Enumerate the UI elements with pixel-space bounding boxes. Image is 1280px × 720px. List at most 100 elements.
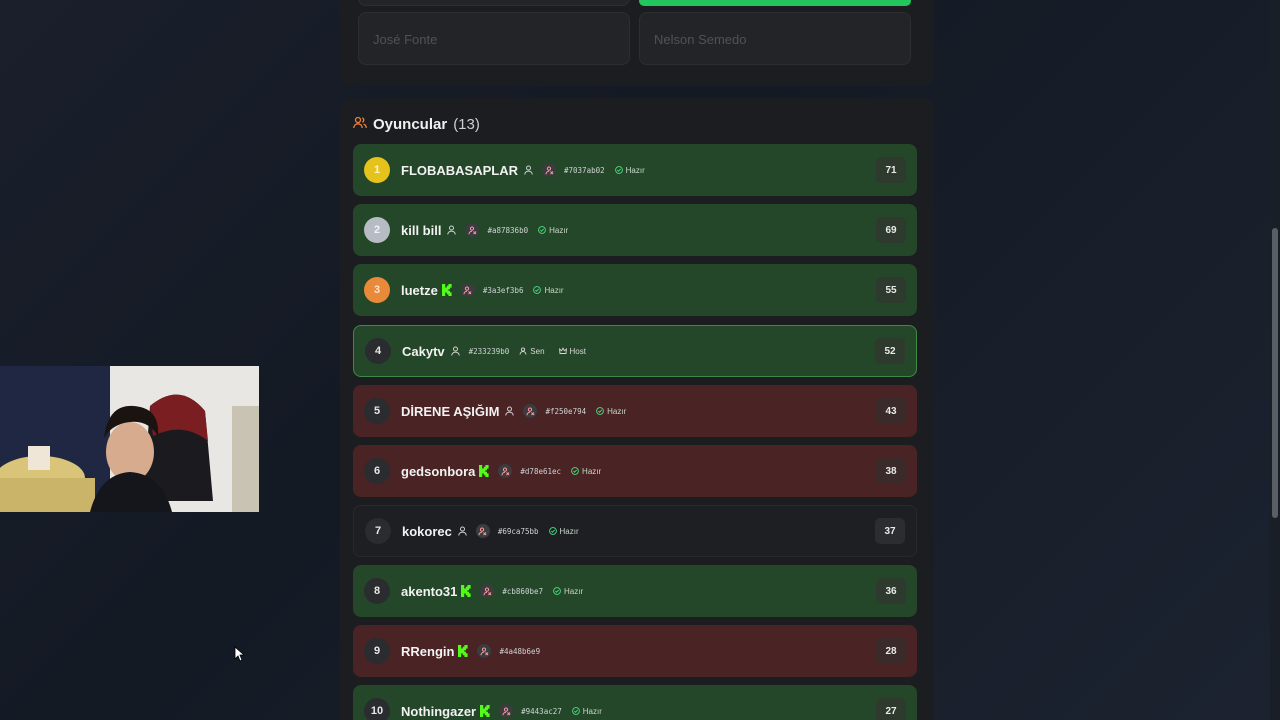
user-icon (505, 406, 515, 417)
player-rank: 9 (364, 638, 390, 664)
you-badge: Sen (519, 346, 545, 356)
player-row[interactable]: 9 RRengin #4a48b6e9 28 (353, 625, 917, 677)
player-score: 38 (876, 458, 906, 484)
player-rank: 10 (364, 698, 390, 720)
player-row[interactable]: 5 DİRENE AŞIĞIM #f250e794 Hazır 43 (353, 385, 917, 437)
kick-icon (461, 585, 472, 597)
player-id: #233239b0 (468, 346, 510, 356)
vote-kick-icon[interactable] (475, 524, 490, 538)
player-rank: 7 (365, 518, 391, 544)
player-name: RRengin (401, 643, 455, 659)
player-row[interactable]: 6 gedsonbora #d78e61ec Hazır 38 (353, 445, 917, 497)
status-label: Hazır (625, 165, 645, 175)
check-circle-icon (596, 407, 604, 415)
check-circle-icon (538, 226, 546, 234)
player-name: kokorec (402, 523, 452, 539)
player-score: 43 (876, 398, 906, 424)
status-label: Hazır (549, 225, 569, 235)
answer-option-jose-fonte[interactable]: José Fonte (358, 12, 630, 65)
player-name: Cakytv (402, 343, 445, 359)
user-icon (458, 526, 468, 537)
player-row[interactable]: 1 FLOBABASAPLAR #7037ab02 Hazır 71 (353, 144, 917, 196)
kick-icon (441, 284, 453, 296)
vote-kick-icon[interactable] (460, 283, 475, 297)
player-score: 71 (876, 157, 906, 183)
player-id: #69ca75bb (497, 526, 539, 536)
player-rank: 8 (364, 578, 390, 604)
vote-kick-icon[interactable] (498, 464, 513, 478)
player-name: luetze (401, 282, 438, 298)
vote-kick-icon[interactable] (499, 704, 514, 718)
player-row[interactable]: 2 kill bill #a87836b0 Hazır 69 (353, 204, 917, 256)
status-label: Sen (530, 346, 545, 356)
player-id: #9443ac27 (521, 706, 562, 716)
user-icon (524, 165, 534, 176)
player-rank: 2 (364, 217, 390, 243)
player-row[interactable]: 7 kokorec #69ca75bb Hazır 37 (353, 505, 917, 557)
player-score: 28 (876, 638, 906, 664)
ready-badge: Hazır (533, 285, 564, 295)
player-rank: 1 (364, 157, 390, 183)
kick-icon (479, 465, 490, 477)
status-label: Hazır (544, 285, 564, 295)
player-name: DİRENE AŞIĞIM (401, 403, 500, 419)
player-rank: 3 (364, 277, 390, 303)
ready-badge: Hazır (614, 165, 645, 175)
host-badge: Host (558, 346, 586, 356)
scrollbar-thumb[interactable] (1272, 228, 1278, 518)
check-circle-icon (548, 527, 557, 535)
answer-option-nelson-semedo[interactable]: Nelson Semedo (639, 12, 911, 65)
kick-icon (458, 645, 469, 657)
player-score: 36 (876, 578, 906, 604)
answer-option-top-right[interactable] (639, 0, 911, 6)
players-count: (13) (453, 116, 480, 133)
player-score: 69 (876, 217, 906, 243)
player-id: #3a3ef3b6 (482, 285, 524, 295)
mouse-cursor-icon (234, 646, 246, 667)
player-name: Nothingazer (401, 703, 477, 719)
player-id: #7037ab02 (564, 165, 605, 175)
vote-kick-icon[interactable] (542, 163, 556, 177)
vote-kick-icon[interactable] (477, 644, 492, 658)
check-circle-icon (533, 286, 542, 294)
player-id: #4a48b6e9 (499, 646, 541, 656)
player-id: #f250e794 (545, 406, 587, 416)
status-label: Hazır (582, 706, 602, 716)
player-name: gedsonbora (401, 463, 476, 479)
player-name: FLOBABASAPLAR (401, 162, 518, 178)
user-icon (519, 347, 527, 355)
player-id: #cb860be7 (502, 586, 544, 596)
player-row[interactable]: 8 akento31 #cb860be7 Hazır 36 (353, 565, 917, 617)
player-row[interactable]: 4 Cakytv #233239b0 Sen Host 52 (353, 325, 917, 377)
ready-badge: Hazır (553, 587, 583, 596)
player-score: 27 (876, 698, 906, 720)
host-label: Host (569, 346, 586, 356)
status-label: Hazır (564, 586, 584, 596)
check-circle-icon (571, 707, 580, 715)
vote-kick-icon[interactable] (523, 404, 538, 418)
player-row[interactable]: 10 Nothingazer #9443ac27 Hazır 27 (353, 685, 917, 720)
player-row[interactable]: 3 luetze #3a3ef3b6 Hazır 55 (353, 264, 917, 316)
status-label: Hazır (559, 526, 579, 536)
answers-panel: José Fonte Nelson Semedo (340, 0, 934, 86)
player-score: 52 (875, 338, 905, 364)
players-panel: Oyuncular (13) 1 FLOBABASAPLAR #7037ab02 Ha… (340, 98, 934, 720)
player-rank: 6 (364, 458, 390, 484)
answer-option-top-left[interactable] (358, 0, 630, 6)
player-rank: 5 (364, 398, 390, 424)
player-name: akento31 (401, 583, 458, 599)
user-icon (447, 225, 457, 236)
users-icon (353, 116, 367, 133)
ready-badge: Hazır (548, 526, 579, 536)
ready-badge: Hazır (571, 467, 601, 476)
player-id: #a87836b0 (487, 225, 529, 235)
status-label: Hazır (607, 406, 627, 416)
vote-kick-icon[interactable] (480, 584, 495, 598)
players-header: Oyuncular (13) (353, 116, 480, 133)
webcam-overlay (0, 366, 259, 512)
crown-icon (558, 347, 567, 355)
ready-badge: Hazır (571, 706, 602, 716)
ready-badge: Hazır (596, 407, 626, 416)
kick-icon (480, 705, 491, 717)
vote-kick-icon[interactable] (465, 223, 480, 237)
